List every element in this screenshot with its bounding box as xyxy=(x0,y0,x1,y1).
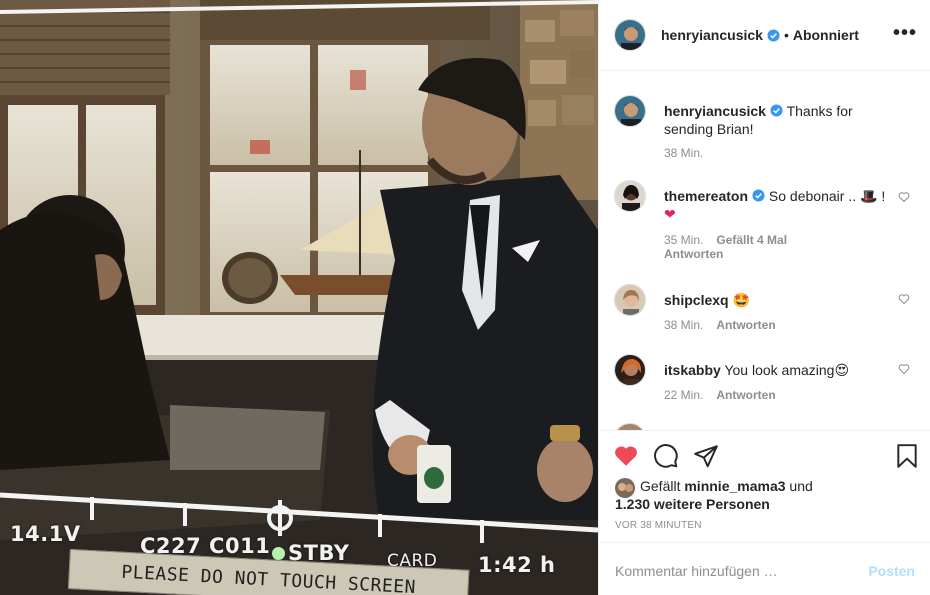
likes-conj: und xyxy=(789,478,813,494)
top-hat-emoji-icon: 🎩 xyxy=(859,188,878,204)
avatar-image xyxy=(615,355,645,385)
comment-text-end: ! xyxy=(881,188,886,204)
hud-voltage: 14.1V xyxy=(10,522,81,546)
red-heart-emoji-icon: ❤ xyxy=(664,206,676,222)
status-dot-icon xyxy=(272,546,285,560)
liker-avatar-image xyxy=(615,478,635,498)
avatar[interactable] xyxy=(614,284,646,316)
header-username[interactable]: henryiancusick xyxy=(661,27,763,43)
comment-meta: 38 Min. Antworten xyxy=(664,318,776,332)
verified-badge-icon xyxy=(752,189,765,202)
avatar[interactable] xyxy=(614,95,646,127)
avatar[interactable] xyxy=(614,354,646,386)
avatar-image xyxy=(615,181,645,211)
comment-reply-row: Antworten xyxy=(664,247,723,261)
comment-time[interactable]: 22 Min. xyxy=(664,388,703,402)
avatar-image xyxy=(615,96,645,126)
comment-body: itskabby You look amazing😍 xyxy=(664,361,894,379)
heart-filled-icon[interactable] xyxy=(613,443,639,469)
likes-summary: Gefällt minnie_mama3 und 1.230 weitere P… xyxy=(615,477,813,513)
avatar[interactable] xyxy=(614,423,646,430)
comment-input[interactable]: Kommentar hinzufügen … xyxy=(615,563,778,579)
verified-badge-icon xyxy=(767,28,780,42)
comment-time[interactable]: 38 Min. xyxy=(664,146,703,160)
more-options-icon[interactable]: ••• xyxy=(893,23,917,43)
verified-badge-icon xyxy=(770,104,783,117)
avatar[interactable] xyxy=(614,19,646,51)
comment-text: So debonair .. xyxy=(768,188,857,204)
paper-plane-icon[interactable] xyxy=(693,443,719,469)
post-comment-button[interactable]: Posten xyxy=(868,563,915,579)
add-comment-bar: Kommentar hinzufügen … Posten xyxy=(599,542,930,595)
hud-remaining: 1:42 h xyxy=(478,553,556,577)
reply-button[interactable]: Antworten xyxy=(716,318,775,332)
star-struck-emoji-icon: 🤩 xyxy=(732,292,750,308)
comment-icon[interactable] xyxy=(653,443,679,469)
header-separator: • xyxy=(783,27,789,43)
comments-list[interactable]: henryiancusick Thanks for sending Brian!… xyxy=(599,71,930,430)
scene-illustration xyxy=(0,0,598,595)
comment-body: shipclexq 🤩 xyxy=(664,291,894,309)
reply-button[interactable]: Antworten xyxy=(716,388,775,402)
comment-like-heart-icon[interactable] xyxy=(898,191,910,203)
avatar-image xyxy=(615,285,645,315)
post-sidebar: henryiancusick • Abonniert ••• henryianc… xyxy=(598,0,930,595)
follow-status-button[interactable]: Abonniert xyxy=(793,27,859,43)
liker-avatar[interactable] xyxy=(615,478,635,498)
comment-time[interactable]: 35 Min. xyxy=(664,233,703,247)
comment-username[interactable]: themereaton xyxy=(664,188,748,204)
avatar[interactable] xyxy=(614,180,646,212)
comment-text: You look amazing xyxy=(724,362,835,378)
comment-like-heart-icon[interactable] xyxy=(898,293,910,305)
comment-username[interactable]: itskabby xyxy=(664,362,721,378)
post-actions: Gefällt minnie_mama3 und 1.230 weitere P… xyxy=(599,430,930,542)
comment-meta: 38 Min. xyxy=(664,146,703,160)
post-timestamp[interactable]: VOR 38 MINUTEN xyxy=(615,520,702,531)
post-photo[interactable]: 14.1V C227 C011 STBY CARD 1:42 h PLEASE … xyxy=(0,0,598,595)
comment-likes-count[interactable]: Gefällt 4 Mal xyxy=(716,233,787,247)
likes-prefix: Gefällt xyxy=(640,478,681,494)
bookmark-icon[interactable] xyxy=(894,443,920,469)
comment-body: henryiancusick Thanks for sending Brian! xyxy=(664,102,894,138)
likes-others-link[interactable]: 1.230 weitere Personen xyxy=(615,496,770,512)
comment-like-heart-icon[interactable] xyxy=(898,363,910,375)
comment-meta: 35 Min. Gefällt 4 Mal xyxy=(664,233,787,247)
post-header: henryiancusick • Abonniert ••• xyxy=(599,0,930,71)
comment-time[interactable]: 38 Min. xyxy=(664,318,703,332)
comment-meta: 22 Min. Antworten xyxy=(664,388,776,402)
liker-username[interactable]: minnie_mama3 xyxy=(684,478,785,494)
reply-button[interactable]: Antworten xyxy=(664,247,723,261)
heart-eyes-emoji-icon: 😍 xyxy=(834,362,850,378)
comment-body: themereaton So debonair .. 🎩 ! ❤ xyxy=(664,187,894,223)
comment-username[interactable]: henryiancusick xyxy=(664,103,766,119)
avatar-image xyxy=(615,20,645,50)
comment-username[interactable]: shipclexq xyxy=(664,292,729,308)
